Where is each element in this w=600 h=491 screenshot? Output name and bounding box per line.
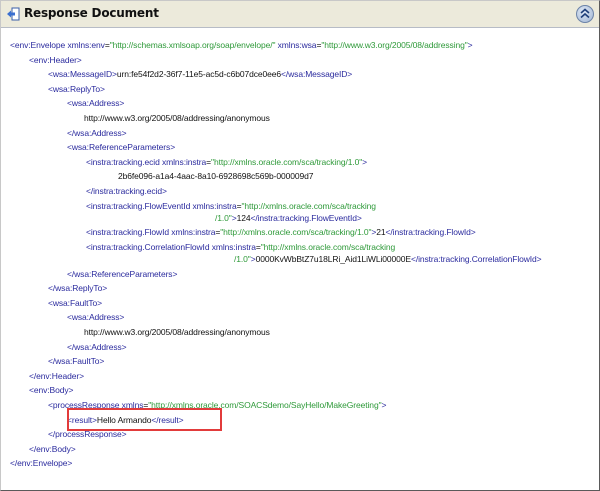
xml-text: 0000KvWbBtZ7u18LRi_Aid1LiWLi00000E [255, 254, 411, 264]
xml-line: <env:Header> [29, 53, 82, 67]
panel-header: Response Document [1, 1, 599, 28]
xml-line: http://www.w3.org/2005/08/addressing/ano… [84, 325, 270, 339]
response-document-panel: Response Document <env:Envelope xmlns:en… [0, 0, 600, 491]
result-highlight-box [67, 408, 222, 431]
xml-attribute-value: "http://xmlns.oracle.com/sca/tracking [260, 241, 396, 252]
xml-attribute: xmlns:instra [162, 156, 207, 167]
xml-attribute: xmlns:instra [171, 227, 216, 238]
xml-tag: <wsa:Address> [67, 312, 125, 323]
xml-attribute: xmlns:instra [211, 241, 256, 252]
xml-tag: </instra:tracking.FlowId> [385, 227, 476, 238]
xml-line: 2b6fe096-a1a4-4aac-8a10-6928698c569b-000… [118, 169, 314, 183]
xml-line: </env:Body> [29, 442, 76, 456]
xml-attribute-value: "http://www.w3.org/2005/08/addressing" [321, 40, 468, 50]
xml-line: </instra:tracking.ecid> [86, 184, 167, 198]
xml-tag: <wsa:ReplyTo> [48, 83, 105, 94]
xml-attribute-value: /1.0" [234, 254, 251, 264]
xml-tag: </env:Header> [29, 370, 84, 381]
xml-text: urn:fe54f2d2-36f7-11e5-ac5d-c6b07dce0ee6 [116, 69, 281, 80]
xml-line: <wsa:Address> [67, 310, 124, 324]
double-chevron-up-icon [580, 8, 590, 19]
xml-tag: </wsa:MessageID> [281, 69, 353, 80]
xml-line: <instra:tracking.ecid xmlns:instra="http… [86, 155, 367, 169]
xml-tag: </wsa:FaultTo> [48, 356, 105, 367]
xml-tag: </wsa:ReplyTo> [48, 283, 108, 294]
collapse-button[interactable] [576, 5, 594, 23]
xml-line: <wsa:ReferenceParameters> [67, 140, 175, 154]
xml-line: </env:Envelope> [10, 456, 72, 470]
xml-tag: > [381, 400, 387, 410]
xml-line: <wsa:ReplyTo> [48, 82, 105, 96]
xml-line: </wsa:ReferenceParameters> [67, 267, 177, 281]
panel-title: Response Document [24, 6, 159, 20]
xml-tag: <instra:tracking.FlowEventId [86, 200, 193, 211]
xml-text: 21 [376, 227, 386, 238]
xml-attribute-value: "http://xmlns.oracle.com/sca/tracking [241, 200, 377, 211]
xml-line: <env:Envelope xmlns:env="http://schemas.… [10, 38, 473, 52]
xml-line: /1.0">0000KvWbBtZ7u18LRi_Aid1LiWLi00000E… [234, 252, 542, 266]
xml-text: http://www.w3.org/2005/08/addressing/ano… [84, 327, 270, 337]
xml-line: </wsa:FaultTo> [48, 354, 104, 368]
xml-line: <wsa:FaultTo> [48, 296, 102, 310]
xml-text: 124 [236, 212, 251, 223]
xml-tag: </instra:tracking.FlowEventId> [250, 212, 362, 223]
xml-tag: <env:Header> [29, 54, 82, 65]
xml-tag: </instra:tracking.CorrelationFlowId> [410, 254, 542, 264]
xml-tag: </instra:tracking.ecid> [86, 186, 167, 196]
xml-tag: <instra:tracking.CorrelationFlowId [86, 241, 212, 252]
xml-text: 2b6fe096-a1a4-4aac-8a10-6928698c569b-000… [118, 171, 314, 182]
xml-attribute-value: "http://xmlns.oracle.com/sca/tracking/1.… [211, 156, 363, 167]
xml-attribute-value: /1.0" [215, 212, 232, 223]
xml-tag: > [362, 156, 368, 167]
xml-line: </env:Header> [29, 369, 84, 383]
document-arrow-icon [6, 7, 20, 21]
xml-line: </wsa:Address> [67, 340, 127, 354]
xml-line: <instra:tracking.FlowId xmlns:instra="ht… [86, 225, 476, 239]
xml-attribute: xmlns:wsa [275, 40, 317, 50]
xml-tag: > [467, 40, 473, 50]
xml-attribute: xmlns:env [67, 40, 105, 50]
xml-tag: </wsa:ReferenceParameters> [67, 268, 178, 279]
xml-attribute: xmlns:instra [192, 200, 237, 211]
xml-attribute-value: "http://xmlns.oracle.com/sca/tracking/1.… [220, 227, 372, 238]
xml-tag: <wsa:FaultTo> [48, 297, 102, 308]
xml-attribute-value: "http://schemas.xmlsoap.org/soap/envelop… [109, 40, 276, 50]
xml-line: http://www.w3.org/2005/08/addressing/ano… [84, 111, 270, 125]
xml-tag: <instra:tracking.ecid [86, 156, 162, 167]
xml-line: <wsa:Address> [67, 96, 124, 110]
xml-line: <wsa:MessageID>urn:fe54f2d2-36f7-11e5-ac… [48, 67, 352, 81]
xml-tag: <env:Envelope [10, 40, 68, 50]
xml-tag: </wsa:Address> [67, 341, 127, 352]
xml-line: </wsa:ReplyTo> [48, 281, 107, 295]
xml-tag: </env:Envelope> [10, 458, 73, 469]
xml-tag: <instra:tracking.FlowId [86, 227, 172, 238]
xml-line: <env:Body> [29, 383, 73, 397]
xml-line: </wsa:Address> [67, 126, 127, 140]
xml-tag: <env:Body> [29, 385, 74, 396]
xml-tag: </wsa:Address> [67, 127, 127, 138]
xml-tag: <wsa:MessageID> [48, 69, 117, 80]
xml-tag: </env:Body> [29, 443, 76, 454]
xml-text: http://www.w3.org/2005/08/addressing/ano… [84, 113, 270, 123]
xml-tag: <wsa:Address> [67, 98, 125, 109]
xml-tag: <wsa:ReferenceParameters> [67, 142, 176, 153]
xml-line: /1.0">124</instra:tracking.FlowEventId> [215, 211, 362, 225]
